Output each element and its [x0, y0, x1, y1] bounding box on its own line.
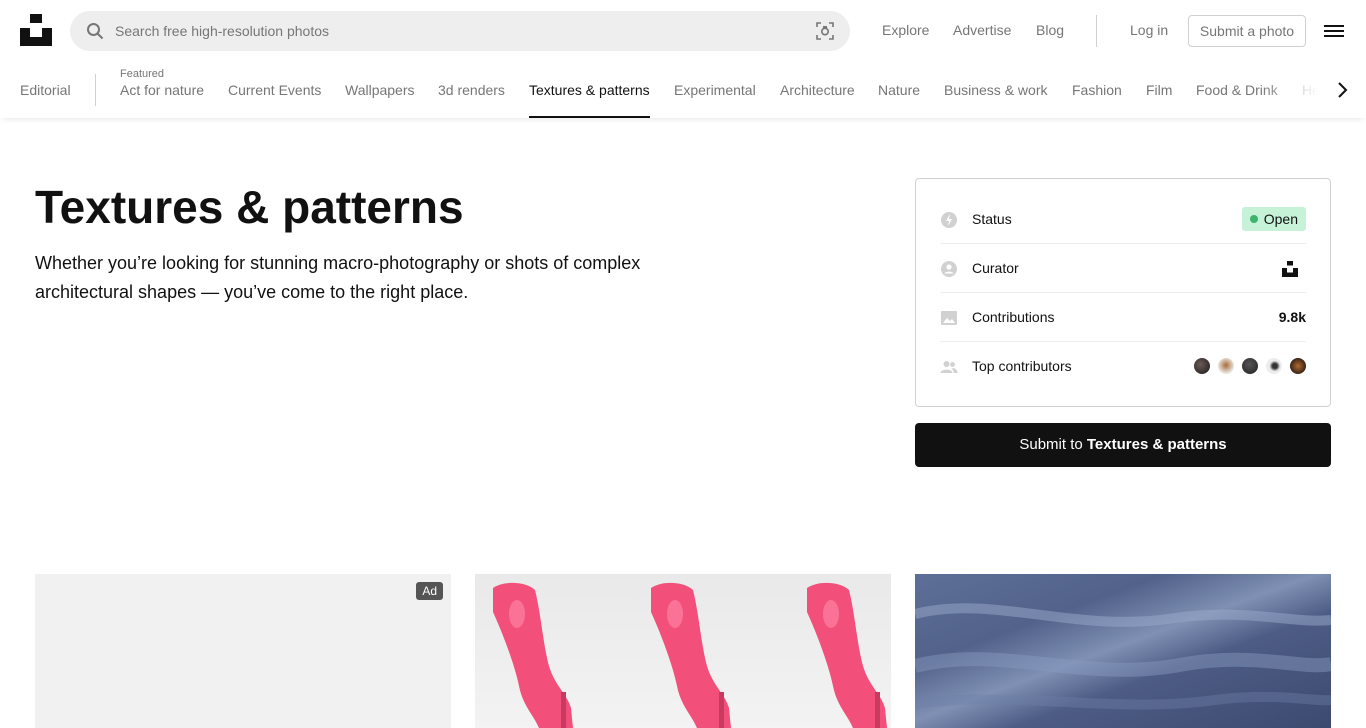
status-value: Open — [1263, 211, 1298, 227]
photo-blue-water[interactable] — [915, 574, 1331, 728]
tab-textures-patterns[interactable]: Textures & patterns — [529, 82, 650, 98]
search-icon[interactable] — [86, 22, 104, 40]
avatar[interactable] — [1290, 358, 1306, 374]
unsplash-logo[interactable] — [20, 14, 52, 46]
submit-photo-button[interactable]: Submit a photo — [1188, 15, 1306, 47]
contributions-label: Contributions — [972, 309, 1055, 325]
tab-divider — [95, 74, 96, 106]
avatar[interactable] — [1194, 358, 1210, 374]
search-bar — [70, 11, 850, 51]
page-title: Textures & patterns — [35, 181, 464, 233]
nav-divider — [1096, 15, 1097, 47]
tab-wallpapers[interactable]: Wallpapers — [345, 82, 415, 98]
avatar[interactable] — [1242, 358, 1258, 374]
topic-info-card: Status Open Curator Contributions 9.8k T… — [915, 178, 1331, 407]
curator-unsplash-logo[interactable] — [1282, 261, 1298, 277]
tab-experimental[interactable]: Experimental — [674, 82, 756, 98]
pink-boots-image — [493, 582, 887, 728]
curator-row: Curator — [940, 244, 1306, 293]
tab-film[interactable]: Film — [1146, 82, 1172, 98]
tab-nature[interactable]: Nature — [878, 82, 920, 98]
status-label: Status — [972, 211, 1012, 227]
nav-explore[interactable]: Explore — [882, 22, 929, 38]
contributions-row: Contributions 9.8k — [940, 293, 1306, 342]
top-contributors-label: Top contributors — [972, 358, 1072, 374]
ad-badge: Ad — [416, 582, 443, 600]
blue-water-image — [915, 603, 1331, 710]
image-icon — [941, 311, 957, 325]
visual-search-icon[interactable] — [815, 21, 835, 41]
submit-to-topic-button[interactable]: Submit to Textures & patterns — [915, 423, 1331, 467]
status-badge: Open — [1241, 207, 1306, 231]
tab-business-work[interactable]: Business & work — [944, 82, 1047, 98]
login-link[interactable]: Log in — [1130, 22, 1168, 38]
topic-tabs: Editorial Featured Act for nature Curren… — [0, 62, 1366, 118]
page-description: Whether you’re looking for stunning macr… — [35, 253, 641, 302]
submit-prefix: Submit to — [1019, 436, 1087, 453]
tab-3d-renders[interactable]: 3d renders — [438, 82, 505, 98]
tab-act-for-nature[interactable]: Act for nature — [120, 82, 204, 98]
chevron-right-icon[interactable] — [1332, 80, 1352, 100]
status-dot — [1249, 215, 1258, 223]
photo-pink-boots[interactable] — [475, 574, 891, 728]
ad-tile[interactable]: Ad — [35, 574, 451, 728]
tab-current-events[interactable]: Current Events — [228, 82, 321, 98]
nav-advertise[interactable]: Advertise — [953, 22, 1011, 38]
people-icon — [940, 361, 958, 373]
curator-label: Curator — [972, 260, 1019, 276]
featured-label: Featured — [120, 68, 165, 80]
tab-editorial[interactable]: Editorial — [20, 82, 71, 98]
status-row: Status Open — [940, 195, 1306, 244]
person-icon — [941, 261, 957, 277]
contributor-avatars — [1194, 358, 1306, 376]
submit-topic-name: Textures & patterns — [1086, 436, 1227, 453]
active-tab-indicator — [529, 116, 650, 118]
tab-architecture[interactable]: Architecture — [780, 82, 855, 98]
bolt-icon — [941, 212, 957, 228]
hamburger-menu-icon[interactable] — [1324, 22, 1344, 40]
nav-blog[interactable]: Blog — [1036, 22, 1064, 38]
tab-fashion[interactable]: Fashion — [1072, 82, 1122, 98]
top-contributors-row: Top contributors — [940, 342, 1306, 391]
avatar[interactable] — [1266, 358, 1282, 374]
top-bar: Explore Advertise Blog Log in Submit a p… — [0, 0, 1366, 62]
search-input[interactable] — [115, 11, 795, 51]
avatar[interactable] — [1218, 358, 1234, 374]
contributions-count: 9.8k — [1278, 309, 1306, 325]
